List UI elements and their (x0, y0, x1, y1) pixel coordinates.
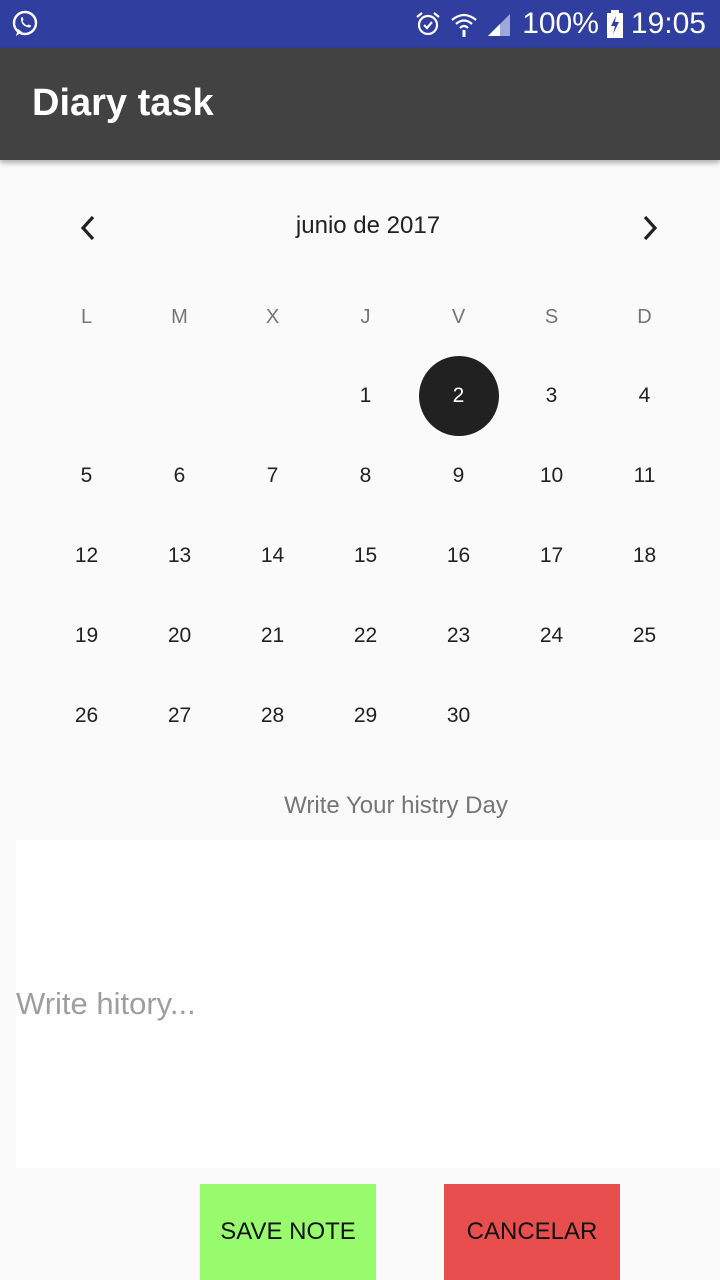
save-note-button[interactable]: SAVE NOTE (200, 1184, 376, 1280)
calendar-day[interactable]: 21 (226, 596, 319, 676)
whatsapp-icon (12, 10, 38, 36)
weekday-label: J (360, 306, 371, 328)
calendar-day[interactable]: 30 (412, 676, 505, 756)
weekday-header: L M X J V S D (40, 306, 691, 336)
calendar-day[interactable]: 6 (133, 436, 226, 516)
calendar-day-number: 19 (74, 624, 99, 647)
calendar-day[interactable]: 14 (226, 516, 319, 596)
calendar-day[interactable]: 9 (412, 436, 505, 516)
calendar-day-number: 16 (446, 544, 471, 567)
calendar-day[interactable]: 25 (598, 596, 691, 676)
calendar-day[interactable]: 1 (319, 356, 412, 436)
chevron-right-icon (643, 215, 658, 241)
calendar-day-number: 26 (74, 704, 99, 727)
calendar-day-number: 10 (539, 464, 564, 487)
weekday-label: M (171, 306, 188, 328)
calendar-day[interactable]: 22 (319, 596, 412, 676)
calendar-day-number: 17 (539, 544, 564, 567)
wifi-icon (451, 13, 477, 37)
calendar-day[interactable]: 23 (412, 596, 505, 676)
calendar-day[interactable]: 20 (133, 596, 226, 676)
calendar-day-number: 9 (452, 464, 465, 487)
calendar-day-number: 30 (446, 704, 471, 727)
app-title: Diary task (32, 82, 214, 124)
calendar-blank-cell (133, 356, 226, 436)
calendar-day[interactable]: 26 (40, 676, 133, 756)
weekday-label: D (637, 306, 652, 328)
calendar-day[interactable]: 5 (40, 436, 133, 516)
calendar-day-number: 20 (167, 624, 192, 647)
calendar-day-number: 1 (359, 384, 372, 407)
calendar-day[interactable]: 27 (133, 676, 226, 756)
calendar-day-number: 3 (545, 384, 558, 407)
calendar-day-number: 23 (446, 624, 471, 647)
calendar-day[interactable]: 19 (40, 596, 133, 676)
calendar-day[interactable]: 11 (598, 436, 691, 516)
calendar-day[interactable]: 13 (133, 516, 226, 596)
calendar-day-number: 2 (418, 356, 499, 436)
calendar-day-number: 4 (638, 384, 651, 407)
calendar-day-number: 22 (353, 624, 378, 647)
month-label: junio de 2017 (295, 212, 441, 239)
app-bar: Diary task (0, 48, 720, 160)
calendar-days-grid: 1 2 3 4 5 6 7 8 9 10 11 12 13 14 15 16 17 18 19 20 21 22 23 24 2… (40, 356, 691, 756)
next-month-button[interactable] (626, 204, 674, 252)
chevron-left-icon (80, 215, 95, 241)
calendar-blank-cell (40, 356, 133, 436)
calendar-day[interactable]: 24 (505, 596, 598, 676)
calendar-day-number: 5 (80, 464, 93, 487)
calendar-day[interactable]: 12 (40, 516, 133, 596)
calendar-day-number: 15 (353, 544, 378, 567)
calendar-day-number: 28 (260, 704, 285, 727)
history-input[interactable] (16, 840, 720, 1168)
previous-month-button[interactable] (64, 204, 112, 252)
calendar-day[interactable]: 18 (598, 516, 691, 596)
status-bar: 100% 19:05 (0, 0, 720, 48)
cancel-button[interactable]: CANCELAR (444, 1184, 620, 1280)
calendar-header: junio de 2017 (0, 196, 720, 260)
alarm-icon (416, 12, 440, 36)
calendar-day[interactable]: 7 (226, 436, 319, 516)
calendar-blank-cell (226, 356, 319, 436)
signal-icon (488, 14, 511, 36)
calendar-day-selected[interactable]: 2 (412, 356, 505, 436)
calendar-day[interactable]: 17 (505, 516, 598, 596)
history-section-label: Write Your histry Day (284, 792, 508, 819)
calendar-day-number: 24 (539, 624, 564, 647)
calendar-day-number: 6 (173, 464, 186, 487)
calendar-day[interactable]: 29 (319, 676, 412, 756)
calendar-day[interactable]: 28 (226, 676, 319, 756)
calendar-day-number: 14 (260, 544, 285, 567)
calendar-day[interactable]: 3 (505, 356, 598, 436)
calendar-day-number: 27 (167, 704, 192, 727)
battery-percentage: 100% (522, 7, 599, 40)
calendar-day-number: 7 (266, 464, 279, 487)
calendar-day-number: 21 (260, 624, 285, 647)
weekday-label: X (265, 306, 280, 328)
calendar-day-number: 11 (633, 464, 656, 487)
calendar-day-number: 8 (359, 464, 372, 487)
calendar-day[interactable]: 4 (598, 356, 691, 436)
calendar-day-number: 29 (353, 704, 378, 727)
calendar-day[interactable]: 8 (319, 436, 412, 516)
calendar-day-number: 18 (632, 544, 657, 567)
weekday-label: L (80, 306, 93, 328)
calendar-day-number: 12 (74, 544, 99, 567)
weekday-label: V (451, 306, 466, 328)
calendar-day[interactable]: 15 (319, 516, 412, 596)
calendar-day-number: 25 (632, 624, 657, 647)
calendar-day-number: 13 (167, 544, 192, 567)
weekday-label: S (544, 306, 559, 328)
clock: 19:05 (630, 7, 706, 40)
calendar-day[interactable]: 16 (412, 516, 505, 596)
battery-charging-icon (606, 10, 623, 38)
calendar-day[interactable]: 10 (505, 436, 598, 516)
